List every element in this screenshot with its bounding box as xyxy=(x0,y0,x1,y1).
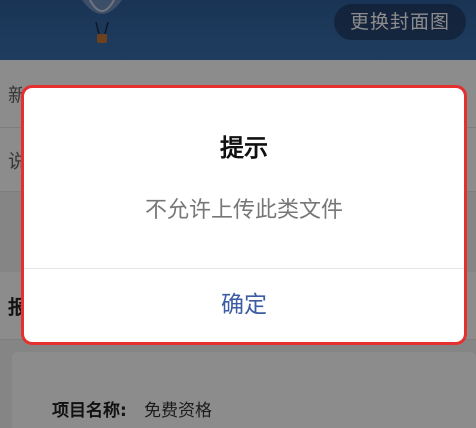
dialog-title: 提示 xyxy=(220,134,268,162)
upload-page: 更换封面图 新 说 报 项目名称: 免费资格 提示 不允许上传此类文件 确定 xyxy=(0,0,476,428)
alert-dialog: 提示 不允许上传此类文件 确定 xyxy=(21,85,467,345)
dialog-message: 不允许上传此类文件 xyxy=(144,198,343,223)
confirm-button[interactable]: 确定 xyxy=(24,269,464,342)
